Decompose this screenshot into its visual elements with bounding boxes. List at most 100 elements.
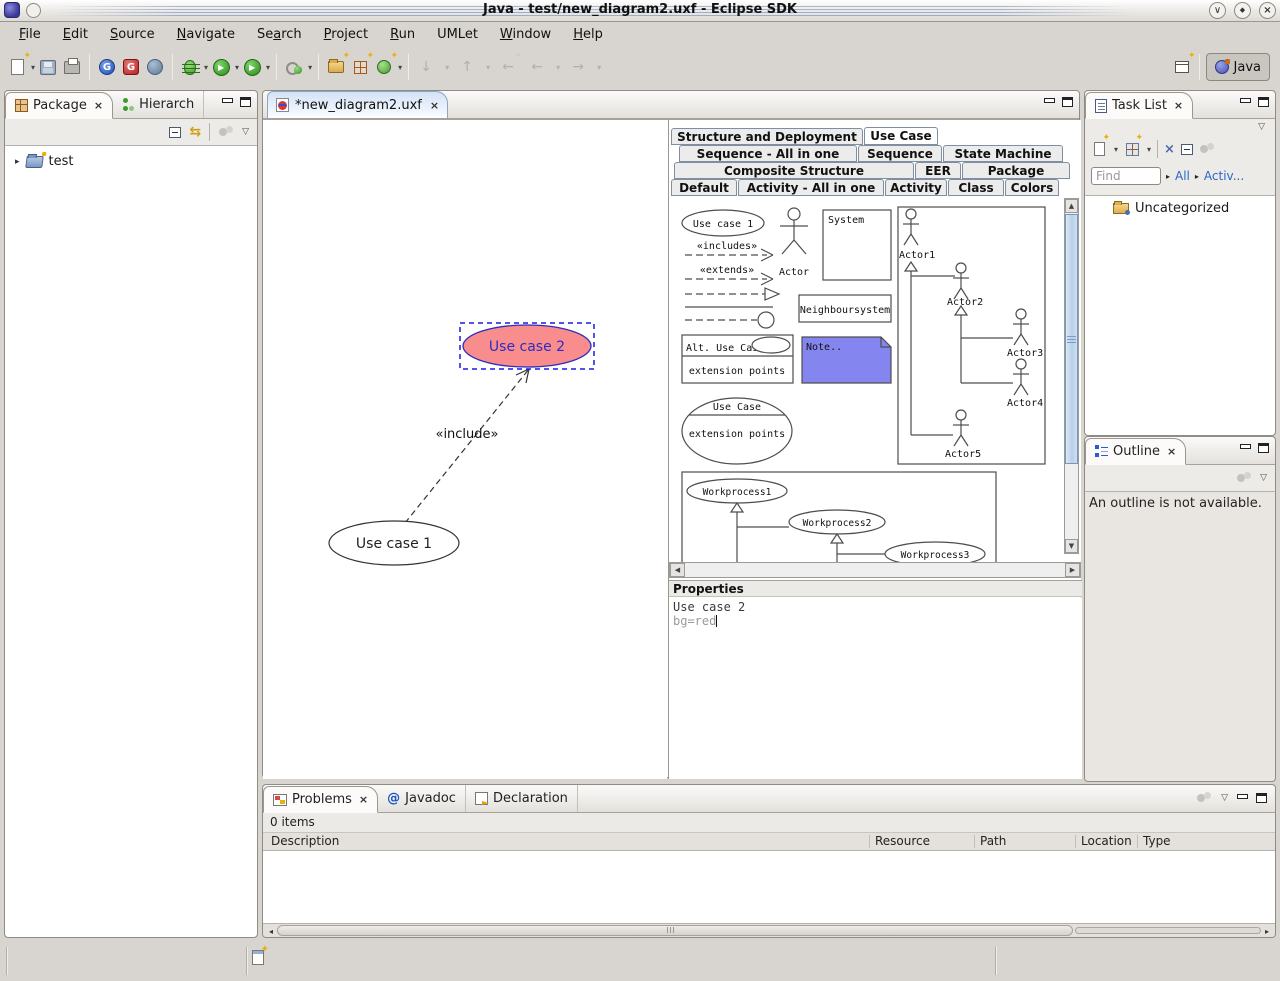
open-perspective-button[interactable]: ✦: [1171, 51, 1196, 79]
palette-tab-package[interactable]: Package: [962, 162, 1070, 179]
maximize-icon[interactable]: [1062, 97, 1073, 107]
new-class-button[interactable]: ✦: [373, 51, 398, 79]
scrollbar-thumb[interactable]: [277, 925, 1073, 936]
view-menu-icon[interactable]: ▽: [242, 127, 249, 137]
last-edit-location-button-disabled[interactable]: ← ✦: [497, 51, 522, 79]
next-annotation-button-disabled[interactable]: ↓: [415, 55, 437, 79]
plugin-slate-button[interactable]: [144, 55, 166, 79]
forward-button-disabled[interactable]: →: [567, 55, 589, 79]
column-resource[interactable]: Resource: [875, 834, 930, 848]
palette-includes-arrow[interactable]: «includes»: [685, 241, 774, 262]
menu-edit[interactable]: Edit: [52, 25, 99, 44]
window-close-button[interactable]: ×: [1259, 2, 1276, 19]
palette-tab-use-case[interactable]: Use Case: [864, 127, 938, 145]
debug-button[interactable]: [179, 55, 201, 79]
tab-package-explorer[interactable]: Package ×: [5, 92, 114, 119]
filters-icon[interactable]: [1199, 143, 1215, 155]
next-annotation-dropdown[interactable]: ▾: [445, 63, 449, 72]
menu-help[interactable]: Help: [562, 25, 614, 44]
scroll-left-icon[interactable]: ◂: [265, 925, 277, 937]
new-java-project-button[interactable]: ✦: [325, 51, 350, 79]
close-icon[interactable]: ×: [1174, 99, 1183, 112]
new-task-button[interactable]: ✦: [1091, 133, 1110, 161]
palette-system-box[interactable]: System: [822, 209, 892, 281]
debug-dropdown[interactable]: ▾: [204, 63, 208, 72]
new-wizard-dropdown[interactable]: ▾: [31, 63, 35, 72]
filters-icon[interactable]: [1236, 472, 1252, 484]
palette-tab-state-machine[interactable]: State Machine: [943, 145, 1063, 162]
menu-run[interactable]: Run: [379, 25, 426, 44]
save-button[interactable]: [37, 55, 59, 79]
categorize-dropdown[interactable]: ▾: [1147, 145, 1151, 154]
fast-view-icon[interactable]: [252, 944, 269, 965]
collapse-all-icon[interactable]: [169, 124, 187, 138]
column-description[interactable]: Description: [271, 834, 339, 848]
properties-editor[interactable]: Use case 2 bg=red: [669, 598, 1082, 779]
minimize-icon[interactable]: [1044, 97, 1055, 107]
maximize-icon[interactable]: [240, 97, 251, 107]
view-menu-icon[interactable]: ▽: [1260, 473, 1267, 483]
palette-tab-sequence-all[interactable]: Sequence - All in one: [679, 145, 857, 162]
menu-project[interactable]: Project: [313, 25, 380, 44]
scroll-right-icon[interactable]: ▸: [1261, 925, 1273, 937]
palette-generalization-arrow[interactable]: [685, 287, 781, 301]
close-icon[interactable]: ×: [359, 793, 368, 806]
filter-activate-link[interactable]: Activ...: [1204, 169, 1244, 183]
plugin-blue-button[interactable]: G: [96, 55, 118, 79]
minimize-icon[interactable]: [1240, 443, 1251, 453]
palette-neighboursystem-box[interactable]: Neighboursystem: [798, 294, 892, 323]
tab-outline[interactable]: Outline ×: [1085, 438, 1187, 465]
palette-alt-use-case[interactable]: Alt. Use Case extension points: [681, 334, 794, 384]
plugin-red-button[interactable]: G: [120, 55, 142, 79]
external-tools-button[interactable]: ▶: [241, 55, 263, 79]
window-shade-button[interactable]: ∨: [1209, 2, 1226, 19]
palette-horizontal-scrollbar[interactable]: ◀ ▶: [669, 562, 1081, 578]
tab-task-list[interactable]: Task List ×: [1085, 92, 1194, 119]
run-last-launched-button[interactable]: [283, 55, 305, 79]
close-icon[interactable]: ×: [94, 99, 103, 112]
scroll-right-icon[interactable]: ▶: [1065, 563, 1080, 577]
filters-icon[interactable]: [218, 126, 234, 138]
filter-all-link[interactable]: All: [1175, 169, 1190, 183]
run-last-dropdown[interactable]: ▾: [308, 63, 312, 72]
problems-table-body[interactable]: [263, 851, 1275, 923]
filters-icon[interactable]: [1196, 792, 1212, 804]
menu-search[interactable]: Search: [246, 25, 313, 44]
use-case-1-shape[interactable]: Use case 1: [328, 520, 460, 566]
run-button[interactable]: ▶: [210, 55, 232, 79]
maximize-icon[interactable]: [1256, 793, 1267, 803]
scroll-left-icon[interactable]: ◀: [670, 563, 685, 577]
column-path[interactable]: Path: [980, 834, 1006, 848]
palette-use-case[interactable]: Use case 1: [681, 209, 765, 237]
palette-tab-structure-deployment[interactable]: Structure and Deployment: [671, 128, 863, 145]
collapse-all-icon[interactable]: [1180, 141, 1198, 155]
tree-item-test[interactable]: ▸ test: [5, 146, 257, 169]
new-class-dropdown[interactable]: ▾: [398, 63, 402, 72]
use-case-2-shape[interactable]: Use case 2: [459, 322, 595, 370]
palette-workprocess-hierarchy[interactable]: Workprocess1 Workprocess2 Workprocess3: [681, 471, 997, 562]
previous-annotation-button-disabled[interactable]: ↑: [456, 55, 478, 79]
tab-javadoc[interactable]: @ Javadoc: [378, 785, 466, 812]
java-perspective-button[interactable]: Java: [1205, 53, 1270, 81]
maximize-icon[interactable]: [1258, 97, 1269, 107]
minimize-icon[interactable]: [222, 97, 233, 107]
expand-arrow-icon[interactable]: ▸: [15, 157, 20, 167]
palette-tab-colors[interactable]: Colors: [1005, 179, 1059, 196]
palette-vertical-scrollbar[interactable]: ▲ ▼: [1064, 198, 1079, 554]
categorize-button[interactable]: ✦: [1124, 133, 1143, 161]
palette-tab-sequence[interactable]: Sequence: [858, 145, 942, 162]
window-maximize-button[interactable]: ◆: [1234, 2, 1251, 19]
palette-actor[interactable]: Actor: [779, 207, 809, 278]
link-with-editor-icon[interactable]: ⇆: [189, 124, 201, 140]
back-button-disabled[interactable]: ←: [526, 55, 548, 79]
palette-use-case-extension-points[interactable]: Use Case extension points: [681, 397, 793, 465]
forward-dropdown[interactable]: ▾: [597, 63, 601, 72]
problems-horizontal-scrollbar[interactable]: ◂ ▸: [263, 923, 1275, 937]
scroll-up-icon[interactable]: ▲: [1065, 199, 1078, 213]
uncategorized-item[interactable]: Uncategorized: [1085, 196, 1275, 216]
palette-tab-class[interactable]: Class: [948, 179, 1004, 196]
include-edge[interactable]: «include»: [404, 368, 530, 524]
menu-navigate[interactable]: Navigate: [166, 25, 246, 44]
palette-tab-composite-structure[interactable]: Composite Structure: [674, 162, 914, 179]
menu-umlet[interactable]: UMLet: [426, 25, 489, 44]
